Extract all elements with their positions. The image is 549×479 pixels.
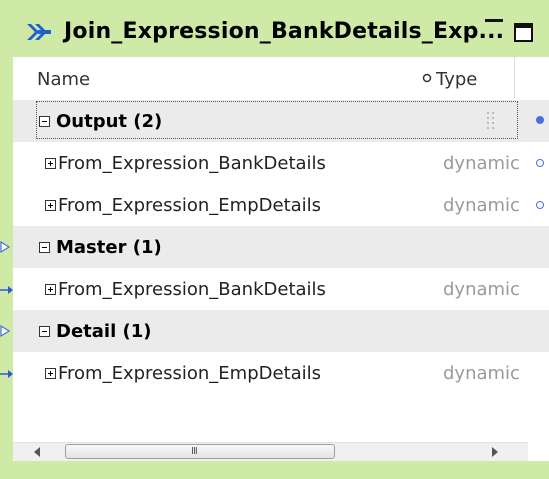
port-row[interactable]: From_Expression_BankDetails dynamic: [13, 268, 549, 310]
port-type: dynamic: [443, 195, 520, 216]
output-port-dot[interactable]: [536, 201, 544, 209]
scroll-grip: III: [191, 446, 198, 457]
expand-icon[interactable]: [45, 368, 56, 379]
input-group-triangle-icon[interactable]: [0, 325, 10, 337]
group-row-master[interactable]: Master (1): [13, 226, 549, 268]
port-name: From_Expression_BankDetails: [58, 153, 326, 174]
joiner-arrow-icon: [27, 24, 51, 40]
link-arrow-icon: [0, 286, 13, 294]
scroll-thumb[interactable]: III: [65, 444, 335, 459]
port-type: dynamic: [443, 363, 520, 384]
focus-outline: [36, 101, 518, 139]
port-type: dynamic: [443, 279, 520, 300]
drag-grip-icon[interactable]: [485, 110, 497, 130]
collapse-icon[interactable]: [39, 242, 50, 253]
maximize-icon[interactable]: [514, 23, 533, 42]
column-resize-handle[interactable]: [421, 65, 433, 91]
port-row[interactable]: From_Expression_EmpDetails dynamic: [13, 352, 549, 394]
port-name: From_Expression_EmpDetails: [58, 363, 322, 384]
transformation-window: Join_Expression_BankDetails_Exp... Name …: [0, 0, 549, 479]
minimize-icon[interactable]: [484, 17, 504, 43]
window-title: Join_Expression_BankDetails_Exp...: [64, 19, 505, 44]
window-border-bottom: [4, 461, 549, 479]
scroll-right-arrow-icon[interactable]: [491, 447, 499, 457]
horizontal-scrollbar[interactable]: III: [13, 442, 528, 462]
output-port-dot[interactable]: [536, 159, 544, 167]
collapse-icon[interactable]: [39, 326, 50, 337]
group-label: Master (1): [56, 237, 162, 258]
port-row[interactable]: From_Expression_BankDetails dynamic: [13, 142, 549, 184]
expand-icon[interactable]: [45, 158, 56, 169]
link-arrow-icon: [0, 370, 13, 378]
expand-icon[interactable]: [45, 284, 56, 295]
group-port-dot[interactable]: [536, 116, 544, 124]
expand-icon[interactable]: [45, 200, 56, 211]
port-row[interactable]: From_Expression_EmpDetails dynamic: [13, 184, 549, 226]
column-header: Name Type: [13, 57, 549, 98]
column-name-header[interactable]: Name: [37, 69, 90, 90]
header-divider: [514, 57, 515, 98]
group-label: Detail (1): [56, 321, 152, 342]
column-type-header[interactable]: Type: [436, 69, 477, 90]
link-gutter: [4, 57, 13, 461]
group-row-detail[interactable]: Detail (1): [13, 310, 549, 352]
scroll-left-arrow-icon[interactable]: [33, 447, 41, 457]
title-bar[interactable]: Join_Expression_BankDetails_Exp...: [4, 10, 547, 55]
port-name: From_Expression_BankDetails: [58, 279, 326, 300]
input-group-triangle-icon[interactable]: [0, 241, 10, 253]
port-name: From_Expression_EmpDetails: [58, 195, 322, 216]
port-type: dynamic: [443, 153, 520, 174]
